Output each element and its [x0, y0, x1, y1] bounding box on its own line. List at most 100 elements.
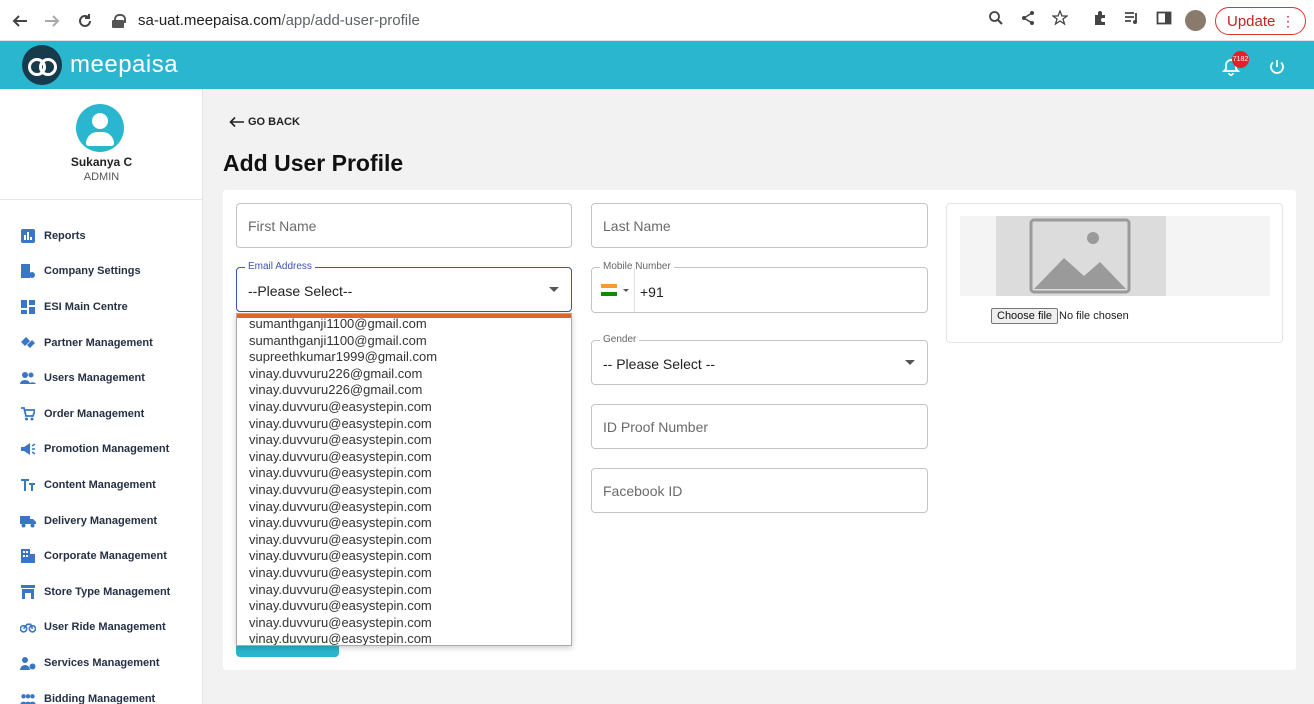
update-label: Update: [1227, 12, 1276, 30]
truck-icon: [20, 514, 36, 528]
users-icon: [20, 371, 36, 385]
email-option[interactable]: vinay.duvvuru@easystepin.com: [237, 615, 571, 632]
go-back-link[interactable]: GO BACK: [229, 116, 300, 128]
power-icon[interactable]: [1268, 58, 1286, 76]
profile-avatar[interactable]: [1185, 10, 1206, 31]
company-settings-icon: [20, 264, 36, 279]
forward-arrow-icon[interactable]: [41, 10, 63, 32]
user-role: ADMIN: [83, 171, 120, 183]
email-option[interactable]: vinay.duvvuru@easystepin.com: [237, 532, 571, 549]
page-title: Add User Profile: [223, 150, 404, 176]
extensions-icon[interactable]: [1090, 10, 1110, 30]
services-icon: [20, 656, 36, 670]
arrow-left-icon: [229, 116, 244, 128]
media-icon[interactable]: [1122, 10, 1142, 30]
no-file-text: No file chosen: [1059, 310, 1129, 322]
sidebar-item-promotion-management[interactable]: Promotion Management: [0, 432, 203, 468]
bar-chart-icon: [20, 228, 36, 243]
id-proof-field[interactable]: [591, 404, 928, 449]
sidebar-divider: [0, 199, 203, 200]
lock-icon: [112, 13, 126, 28]
caret-down-icon: [905, 360, 915, 365]
user-avatar-icon: [76, 104, 124, 152]
back-arrow-icon[interactable]: [9, 10, 31, 32]
sidebar-item-label: Corporate Management: [44, 550, 167, 563]
country-caret-icon: [623, 289, 629, 292]
sidebar-item-order-management[interactable]: Order Management: [0, 396, 203, 432]
sidebar-item-content-management[interactable]: Content Management: [0, 467, 203, 503]
last-name-input[interactable]: [592, 204, 927, 247]
facebook-id-field[interactable]: [591, 468, 928, 513]
sidebar-item-reports[interactable]: Reports: [0, 218, 203, 254]
caret-down-icon: [549, 287, 559, 292]
sidebar-menu: Reports Company Settings ESI Main Centre Pa…: [0, 218, 203, 704]
sidebar-item-partner-management[interactable]: Partner Management: [0, 325, 203, 361]
mobile-number-field[interactable]: Mobile Number +91: [591, 261, 928, 313]
reload-icon[interactable]: [74, 10, 96, 32]
email-option[interactable]: vinay.duvvuru@easystepin.com: [237, 482, 571, 499]
email-option[interactable]: sumanthganji1100@gmail.com: [237, 316, 571, 333]
url-path: /app/add-user-profile: [281, 12, 420, 29]
email-option[interactable]: vinay.duvvuru226@gmail.com: [237, 382, 571, 399]
handshake-icon: [20, 336, 36, 350]
email-option[interactable]: vinay.duvvuru@easystepin.com: [237, 515, 571, 532]
sidebar-item-label: Store Type Management: [44, 585, 171, 598]
dropdown-options: sumanthganji1100@gmail.com sumanthganji11…: [237, 316, 571, 645]
cart-icon: [20, 406, 36, 421]
email-option[interactable]: vinay.duvvuru@easystepin.com: [237, 449, 571, 466]
email-option[interactable]: vinay.duvvuru@easystepin.com: [237, 432, 571, 449]
email-option[interactable]: vinay.duvvuru@easystepin.com: [237, 399, 571, 416]
email-option[interactable]: vinay.duvvuru@easystepin.com: [237, 598, 571, 615]
sidebar-item-label: Reports: [44, 229, 86, 242]
email-option[interactable]: vinay.duvvuru@easystepin.com: [237, 499, 571, 516]
facebook-id-input[interactable]: [592, 469, 927, 512]
sidebar-item-label: User Ride Management: [44, 621, 166, 634]
last-name-field[interactable]: [591, 203, 928, 248]
image-placeholder: [960, 216, 1270, 296]
gender-label: Gender: [600, 334, 640, 345]
logo-icon[interactable]: [22, 45, 62, 85]
update-button[interactable]: Update ⋮: [1215, 7, 1306, 35]
email-option[interactable]: supreethkumar1999@gmail.com: [237, 349, 571, 366]
sidebar-item-company-settings[interactable]: Company Settings: [0, 254, 203, 290]
sidebar-item-label: ESI Main Centre: [44, 300, 128, 313]
url-host: sa-uat.meepaisa.com: [138, 12, 282, 29]
side-panel-icon[interactable]: [1154, 10, 1174, 30]
gender-select-value: -- Please Select --: [603, 356, 716, 372]
choose-file-button[interactable]: Choose file: [991, 308, 1059, 324]
zoom-icon[interactable]: [986, 10, 1006, 30]
email-option[interactable]: vinay.duvvuru@easystepin.com: [237, 582, 571, 599]
sidebar-item-esi-main-centre[interactable]: ESI Main Centre: [0, 289, 203, 325]
sidebar-item-label: Bidding Management: [44, 692, 156, 704]
email-option[interactable]: vinay.duvvuru@easystepin.com: [237, 416, 571, 433]
share-icon[interactable]: [1018, 10, 1038, 30]
email-option[interactable]: vinay.duvvuru@easystepin.com: [237, 631, 571, 645]
first-name-input[interactable]: [237, 204, 571, 247]
email-label: Email Address: [245, 261, 315, 272]
sidebar-item-delivery-management[interactable]: Delivery Management: [0, 503, 203, 539]
email-select[interactable]: Email Address --Please Select--: [236, 261, 572, 312]
sidebar-item-label: Order Management: [44, 407, 145, 420]
bidding-icon: [20, 692, 36, 704]
app-header: meepaisa 7182: [0, 41, 1314, 89]
email-dropdown-list[interactable]: sumanthganji1100@gmail.com sumanthganji11…: [236, 313, 572, 646]
india-flag-icon[interactable]: [601, 284, 617, 296]
email-option[interactable]: vinay.duvvuru@easystepin.com: [237, 565, 571, 582]
star-icon[interactable]: [1050, 9, 1070, 30]
sidebar-item-corporate-management[interactable]: Corporate Management: [0, 538, 203, 574]
image-icon: [1029, 218, 1131, 294]
gender-select[interactable]: Gender -- Please Select --: [591, 334, 928, 385]
sidebar-item-store-type-management[interactable]: Store Type Management: [0, 574, 203, 610]
sidebar-item-bidding-management[interactable]: Bidding Management: [0, 681, 203, 704]
sidebar-item-label: Users Management: [44, 372, 145, 385]
email-option[interactable]: vinay.duvvuru226@gmail.com: [237, 366, 571, 383]
email-option[interactable]: sumanthganji1100@gmail.com: [237, 333, 571, 350]
first-name-field[interactable]: [236, 203, 572, 248]
sidebar-item-user-ride-management[interactable]: User Ride Management: [0, 610, 203, 646]
email-option[interactable]: vinay.duvvuru@easystepin.com: [237, 548, 571, 565]
email-option[interactable]: vinay.duvvuru@easystepin.com: [237, 465, 571, 482]
address-bar[interactable]: sa-uat.meepaisa.com/app/add-user-profile: [112, 6, 972, 35]
id-proof-input[interactable]: [592, 405, 927, 448]
sidebar-item-services-management[interactable]: Services Management: [0, 645, 203, 681]
sidebar-item-users-management[interactable]: Users Management: [0, 360, 203, 396]
